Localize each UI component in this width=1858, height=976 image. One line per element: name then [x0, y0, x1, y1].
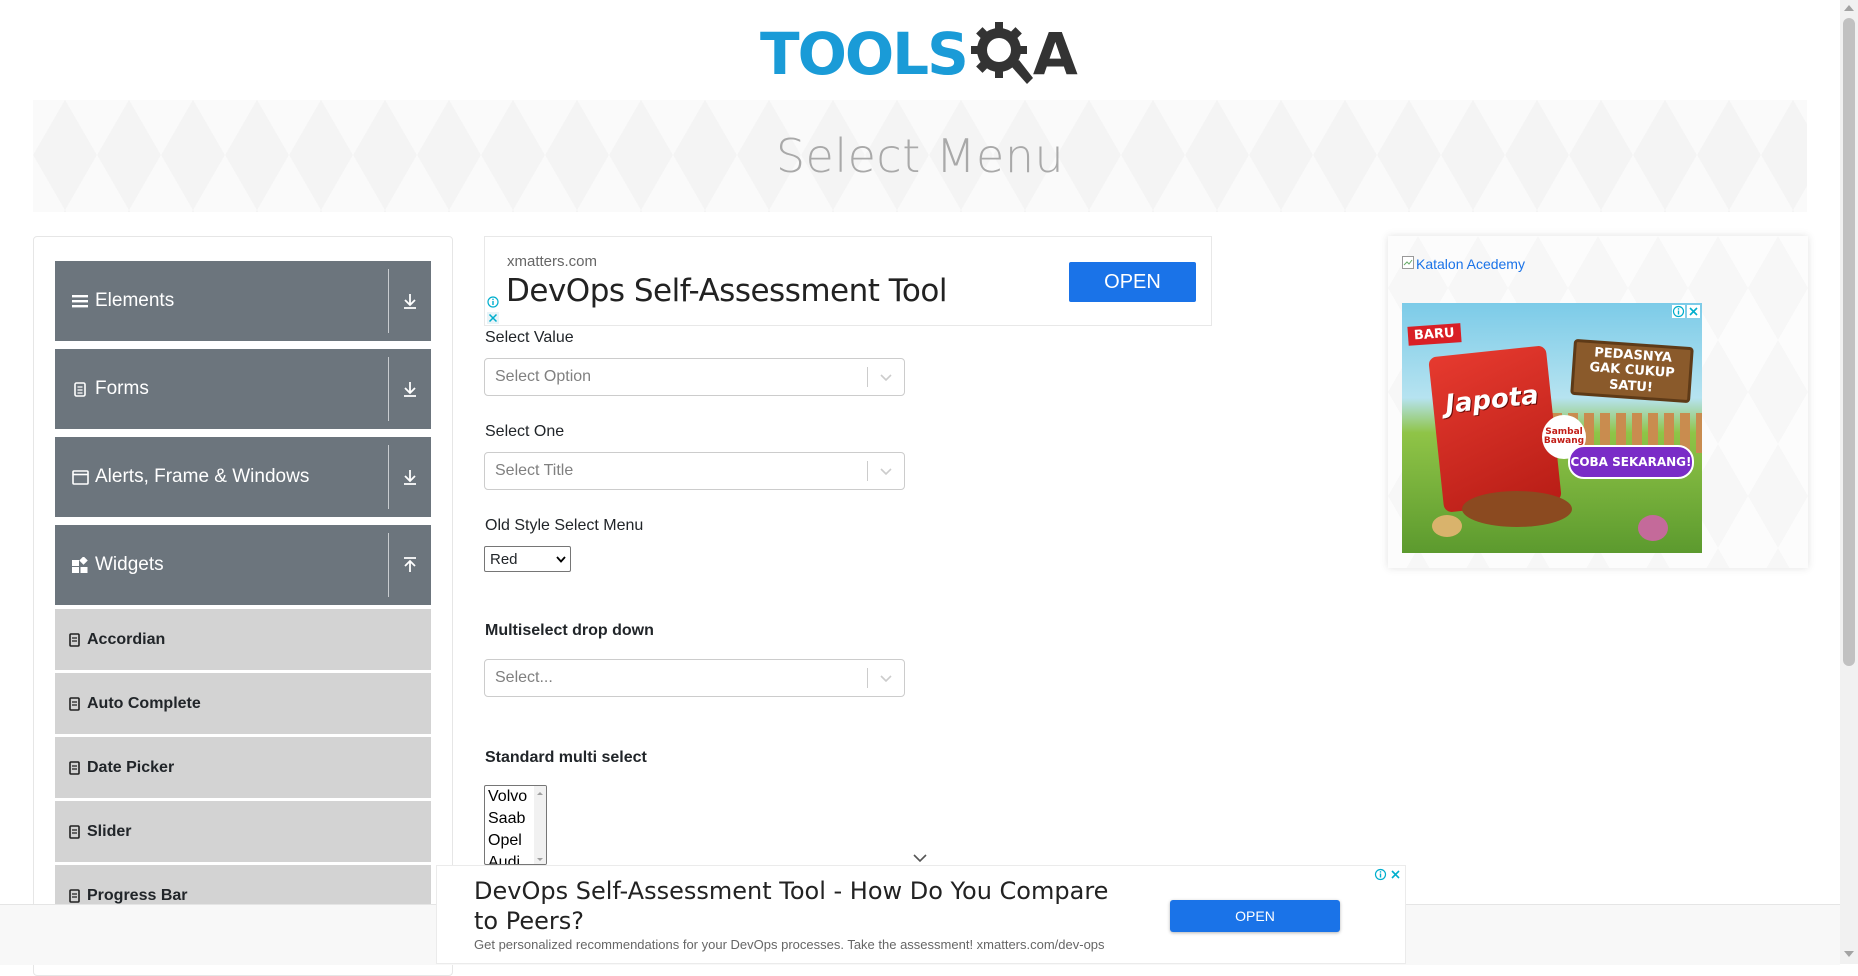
- bottom-ad-description: Get personalized recommendations for you…: [474, 937, 1105, 952]
- sidebar-item-label: Date Picker: [87, 758, 175, 776]
- ad-sign: PEDASNYA GAK CUKUP SATU!: [1570, 338, 1694, 404]
- left-panel: Elements Forms Alerts, Frame & Windows W…: [33, 236, 453, 976]
- onion-graphic: [1638, 515, 1668, 541]
- sidebar-group-label: Widgets: [95, 554, 164, 575]
- scroll-down-arrow[interactable]: [1844, 951, 1854, 957]
- select-one-placeholder: Select Title: [495, 462, 574, 479]
- old-style-select-label: Old Style Select Menu: [485, 517, 644, 534]
- sidebar-item-auto-complete[interactable]: Auto Complete: [55, 673, 431, 734]
- chevron-down-icon[interactable]: [868, 372, 904, 382]
- adchoices-info-icon[interactable]: [486, 295, 499, 308]
- page-banner: Select Menu: [33, 100, 1807, 212]
- chevron-down-icon[interactable]: [868, 466, 904, 476]
- sidebar-group-label: Forms: [95, 378, 149, 399]
- download-arrow-icon[interactable]: [389, 380, 431, 398]
- ad-brand: Japota: [1443, 380, 1541, 420]
- sidebar-item-accordian[interactable]: Accordian: [55, 609, 431, 670]
- download-arrow-icon[interactable]: [389, 468, 431, 486]
- old-style-select[interactable]: Red: [484, 546, 571, 572]
- stump-graphic: [1462, 491, 1572, 527]
- upload-arrow-icon[interactable]: [389, 556, 431, 574]
- multiselect-placeholder: Select...: [495, 669, 553, 686]
- bottom-ad-headline[interactable]: DevOps Self-Assessment Tool - How Do You…: [474, 876, 1114, 936]
- file-icon: [69, 696, 80, 711]
- ad-badge: BARU: [1407, 323, 1462, 346]
- sidebar-group-forms[interactable]: Forms: [55, 349, 431, 429]
- bottom-ad-open-button[interactable]: OPEN: [1170, 900, 1340, 932]
- document-icon: [71, 380, 89, 398]
- ad-cta-button[interactable]: COBA SEKARANG!: [1568, 445, 1694, 479]
- multiselect-label: Multiselect drop down: [485, 622, 654, 639]
- sidebar-item-label: Progress Bar: [87, 886, 188, 904]
- chevron-down-icon[interactable]: [868, 673, 904, 683]
- adchoices-info-icon[interactable]: [1672, 305, 1685, 318]
- broken-image-icon: [1402, 256, 1414, 272]
- file-icon: [69, 632, 80, 647]
- chevron-down-icon: [552, 555, 570, 563]
- top-ad-banner[interactable]: xmatters.com DevOps Self-Assessment Tool…: [484, 236, 1212, 326]
- ad-close-icon[interactable]: [1687, 305, 1700, 318]
- bottom-ad-banner[interactable]: DevOps Self-Assessment Tool - How Do You…: [436, 865, 1406, 964]
- ad-open-button[interactable]: OPEN: [1069, 262, 1196, 302]
- sidebar-item-label: Slider: [87, 822, 132, 840]
- scrollbar-thumb[interactable]: [1843, 18, 1855, 666]
- download-arrow-icon[interactable]: [389, 292, 431, 310]
- sidebar-item-label: Accordian: [87, 630, 166, 648]
- file-icon: [69, 824, 80, 839]
- multiselect-dropdown[interactable]: Select...: [484, 659, 905, 697]
- select-value-dropdown[interactable]: Select Option: [484, 358, 905, 396]
- potato-graphic: [1432, 515, 1462, 537]
- gear-magnifier-icon: [969, 20, 1033, 89]
- select-one-dropdown[interactable]: Select Title: [484, 452, 905, 490]
- standard-multi-select-label: Standard multi select: [485, 749, 647, 766]
- toolsqa-logo[interactable]: TOOLS A: [760, 14, 1086, 94]
- ad-domain: xmatters.com: [507, 253, 598, 270]
- window-icon: [71, 468, 89, 486]
- select-value-label: Select Value: [485, 329, 574, 346]
- scroll-up-arrow[interactable]: [1844, 5, 1854, 11]
- sidebar-group-label: Alerts, Frame & Windows: [95, 466, 310, 487]
- logo-suffix: A: [1032, 20, 1078, 88]
- file-icon: [69, 760, 80, 775]
- widgets-grid-icon: [71, 556, 89, 574]
- sidebar-group-alerts[interactable]: Alerts, Frame & Windows: [55, 437, 431, 517]
- page-title: Select Menu: [775, 129, 1065, 183]
- sidebar-group-elements[interactable]: Elements: [55, 261, 431, 341]
- ad-close-icon[interactable]: [1389, 868, 1402, 881]
- ad-close-icon[interactable]: [486, 311, 499, 324]
- page-scrollbar[interactable]: [1840, 0, 1858, 964]
- katalon-ad-alt-text: Katalon Acedemy: [1416, 256, 1525, 272]
- standard-multi-select[interactable]: Volvo Saab Opel Audi: [484, 785, 547, 865]
- old-style-selected-value: Red: [490, 550, 518, 568]
- hamburger-icon: [71, 292, 89, 310]
- sidebar-item-date-picker[interactable]: Date Picker: [55, 737, 431, 798]
- select-one-label: Select One: [485, 423, 565, 440]
- file-icon: [69, 888, 80, 903]
- logo-text: TOOLS: [760, 20, 969, 88]
- japota-ad-creative[interactable]: BARU PEDASNYA GAK CUKUP SATU! Japota Sam…: [1402, 303, 1702, 553]
- katalon-ad-link[interactable]: Katalon Acedemy: [1402, 256, 1525, 272]
- adchoices-info-icon[interactable]: [1374, 868, 1387, 881]
- sidebar-item-slider[interactable]: Slider: [55, 801, 431, 862]
- listbox-scrollbar[interactable]: [534, 786, 546, 864]
- sidebar-group-widgets[interactable]: Widgets: [55, 525, 431, 605]
- sidebar-group-label: Elements: [95, 290, 175, 311]
- right-ad-panel: Katalon Acedemy BARU PEDASNYA GAK CUKUP …: [1388, 236, 1808, 568]
- select-value-placeholder: Select Option: [495, 368, 592, 385]
- ad-headline[interactable]: DevOps Self-Assessment Tool: [506, 273, 947, 309]
- sidebar-item-label: Auto Complete: [87, 694, 201, 712]
